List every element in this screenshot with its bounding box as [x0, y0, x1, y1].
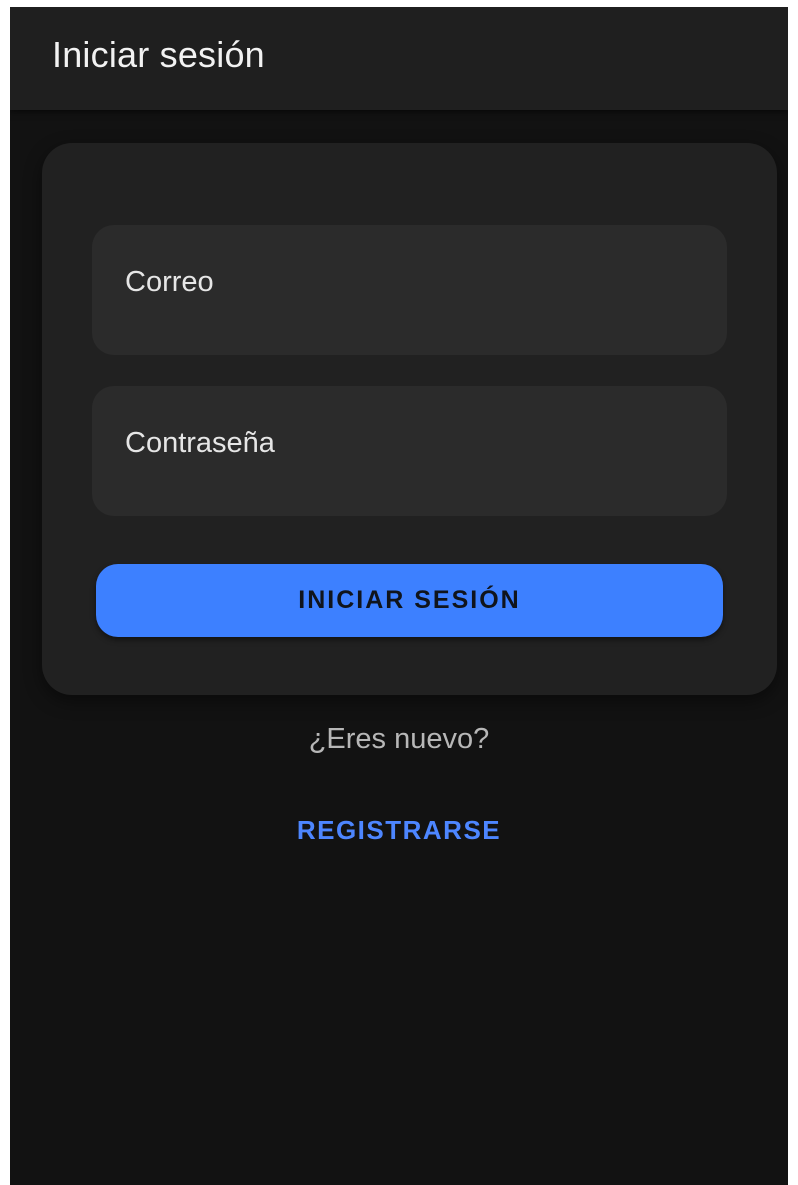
password-field-label: Contraseña — [125, 427, 275, 459]
app-bar: Iniciar sesión — [10, 7, 788, 110]
new-user-prompt: ¿Eres nuevo? — [308, 723, 490, 755]
login-button[interactable]: INICIAR SESIÓN — [96, 564, 723, 637]
page-title: Iniciar sesión — [52, 34, 265, 75]
register-button[interactable]: REGISTRARSE — [280, 805, 518, 855]
email-field-label: Correo — [125, 266, 214, 298]
email-field[interactable]: Correo — [92, 225, 727, 355]
register-button-label: REGISTRARSE — [296, 814, 502, 845]
app-screen: Iniciar sesión Correo Contraseña INICIAR… — [10, 7, 788, 1185]
login-button-label: INICIAR SESIÓN — [298, 586, 521, 614]
login-card: Correo Contraseña INICIAR SESIÓN — [42, 143, 777, 695]
password-field[interactable]: Contraseña — [92, 386, 727, 516]
